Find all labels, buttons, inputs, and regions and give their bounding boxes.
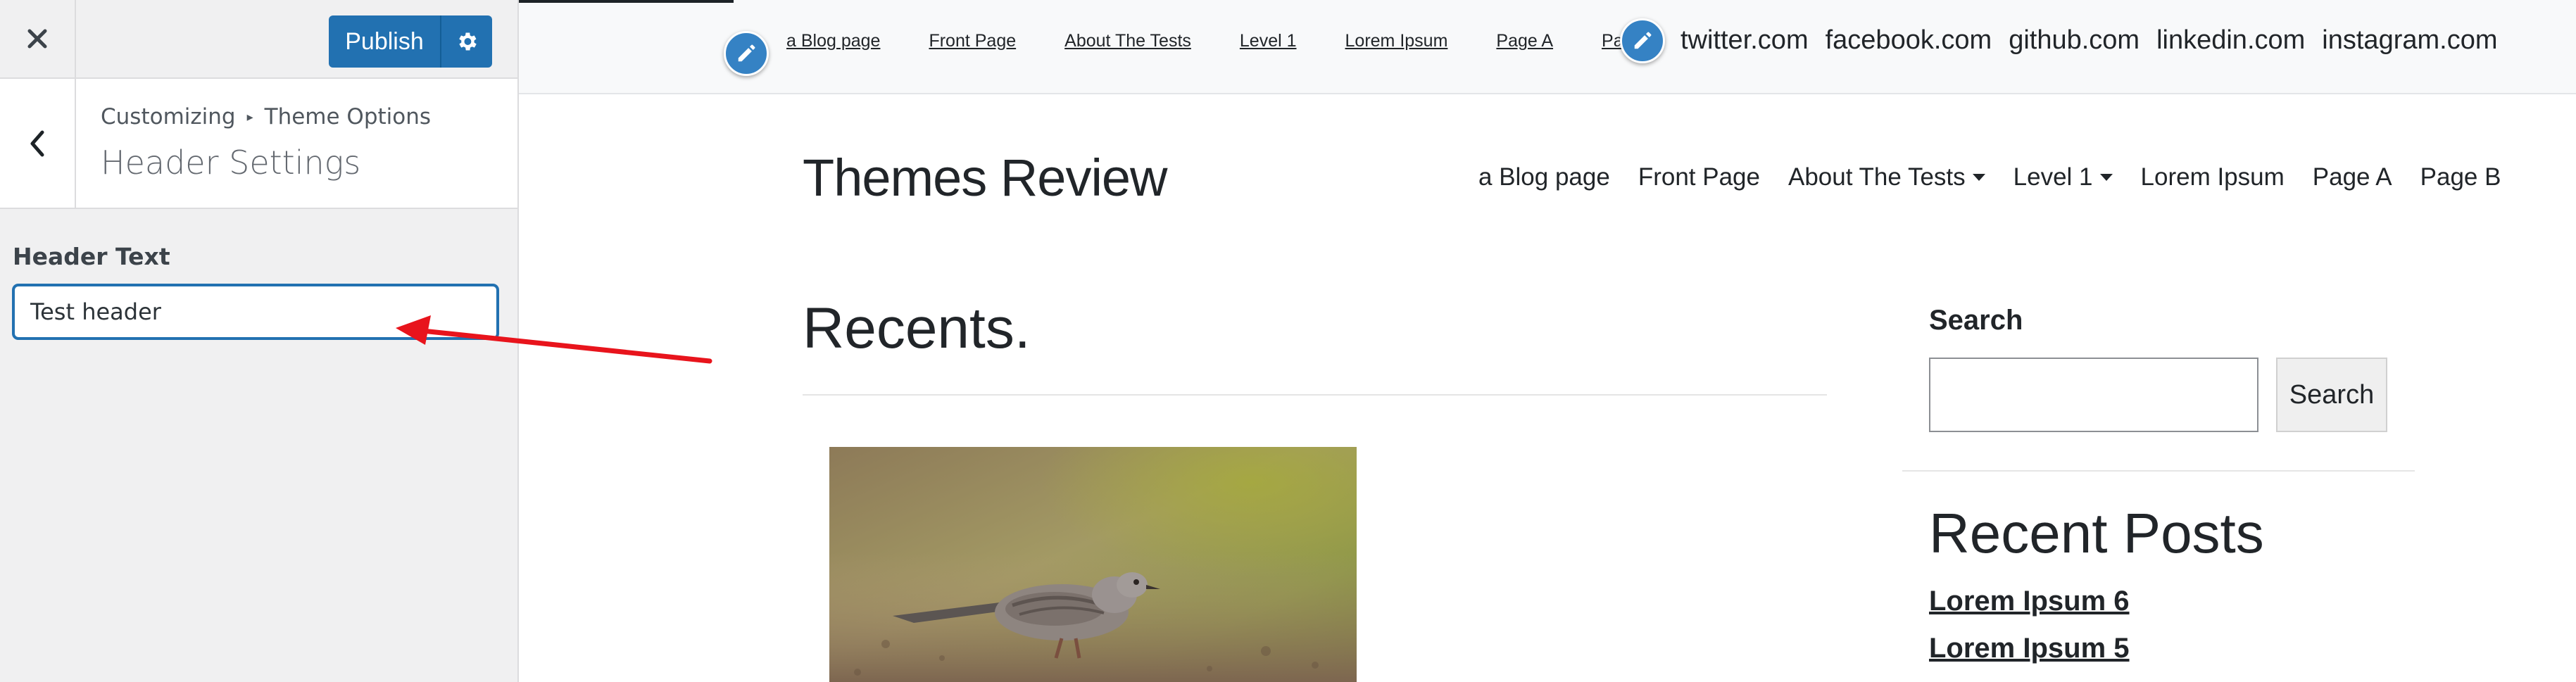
main-nav-item[interactable]: Page A — [2313, 163, 2392, 191]
close-icon — [27, 29, 47, 49]
main-nav-label: Page B — [2420, 163, 2501, 191]
search-input[interactable] — [1929, 358, 2258, 432]
social-links: twitter.com facebook.com github.com link… — [1680, 25, 2498, 56]
top-menu-item[interactable]: About The Tests — [1064, 31, 1191, 51]
list-item: Lorem Ipsum 6 — [1929, 586, 2130, 617]
back-button[interactable] — [0, 79, 76, 208]
close-customizer-button[interactable] — [0, 0, 76, 77]
main-nav-label: Page A — [2312, 163, 2392, 191]
main-nav-label: Lorem Ipsum — [2140, 163, 2285, 191]
breadcrumb-item: Theme Options — [264, 104, 432, 130]
top-menu-item[interactable]: Level 1 — [1240, 31, 1297, 51]
top-menu-item[interactable]: Front Page — [929, 31, 1016, 51]
list-item: Lorem Ipsum 5 — [1929, 633, 2130, 664]
recent-posts-heading: Recent Posts — [1929, 502, 2264, 564]
top-bar-accent — [519, 0, 734, 3]
publish-button[interactable]: Publish — [329, 15, 441, 68]
site-title[interactable]: Themes Review — [803, 148, 1168, 208]
header-text-label: Header Text — [13, 243, 170, 270]
divider — [803, 394, 1827, 396]
search-button[interactable]: Search — [2276, 358, 2387, 432]
recents-heading: Recents. — [803, 296, 1031, 360]
edit-menu-shortcut[interactable] — [724, 31, 769, 76]
main-nav-label: About The Tests — [1788, 163, 1966, 191]
main-nav-item[interactable]: Front Page — [1638, 163, 1760, 191]
search-widget-label: Search — [1929, 305, 2023, 336]
main-nav-label: Front Page — [1638, 163, 1760, 191]
gear-icon — [459, 32, 477, 51]
dove-photo — [829, 447, 1357, 682]
social-link[interactable]: github.com — [2009, 25, 2140, 56]
main-nav-item[interactable]: Level 1 — [2013, 163, 2113, 191]
main-nav-item[interactable]: Page B — [2420, 163, 2501, 191]
publish-group: Publish — [329, 15, 492, 68]
social-link[interactable]: twitter.com — [1680, 25, 1809, 56]
main-nav-label: a Blog page — [1478, 163, 1610, 191]
social-link[interactable]: linkedin.com — [2156, 25, 2305, 56]
recent-posts-list: Lorem Ipsum 6 Lorem Ipsum 5 — [1929, 586, 2130, 680]
caret-down-icon — [1972, 174, 1985, 181]
chevron-left-icon — [30, 130, 44, 156]
recent-post-link[interactable]: Lorem Ipsum 6 — [1929, 586, 2130, 617]
breadcrumb-separator-icon: ▸ — [246, 109, 253, 125]
main-nav-item[interactable]: About The Tests — [1788, 163, 1985, 191]
top-menu-item[interactable]: Lorem Ipsum — [1345, 31, 1448, 51]
top-menu-item[interactable]: Page A — [1496, 31, 1553, 51]
customizer-panel: Publish Customizing ▸ Theme Options Head… — [0, 0, 519, 682]
main-nav-label: Level 1 — [2013, 163, 2093, 191]
breadcrumb-item: Customizing — [101, 104, 236, 130]
main-nav-item[interactable]: Lorem Ipsum — [2141, 163, 2285, 191]
breadcrumb: Customizing ▸ Theme Options — [101, 104, 431, 130]
main-nav: a Blog page Front Page About The Tests L… — [1478, 163, 2501, 191]
site-preview: a Blog page Front Page About The Tests L… — [519, 0, 2576, 682]
pencil-icon — [1634, 32, 1652, 49]
top-bar: a Blog page Front Page About The Tests L… — [519, 0, 2576, 94]
post-thumbnail[interactable] — [829, 447, 1357, 682]
section-title: Header Settings — [101, 144, 361, 182]
publish-settings-button[interactable] — [441, 15, 492, 68]
caret-down-icon — [2099, 174, 2113, 181]
social-link[interactable]: instagram.com — [2322, 25, 2497, 56]
customizer-header: Publish — [0, 0, 517, 79]
recent-post-link[interactable]: Lorem Ipsum 5 — [1929, 633, 2130, 664]
social-link[interactable]: facebook.com — [1826, 25, 1992, 56]
header-text-input[interactable] — [13, 284, 498, 339]
top-menu-item[interactable]: a Blog page — [786, 31, 880, 51]
pencil-icon — [738, 44, 755, 62]
divider — [1902, 470, 2415, 472]
edit-social-shortcut[interactable] — [1620, 18, 1665, 63]
top-menu: a Blog page Front Page About The Tests L… — [786, 31, 1659, 51]
main-nav-item[interactable]: a Blog page — [1478, 163, 1610, 191]
section-header: Customizing ▸ Theme Options Header Setti… — [0, 79, 517, 209]
